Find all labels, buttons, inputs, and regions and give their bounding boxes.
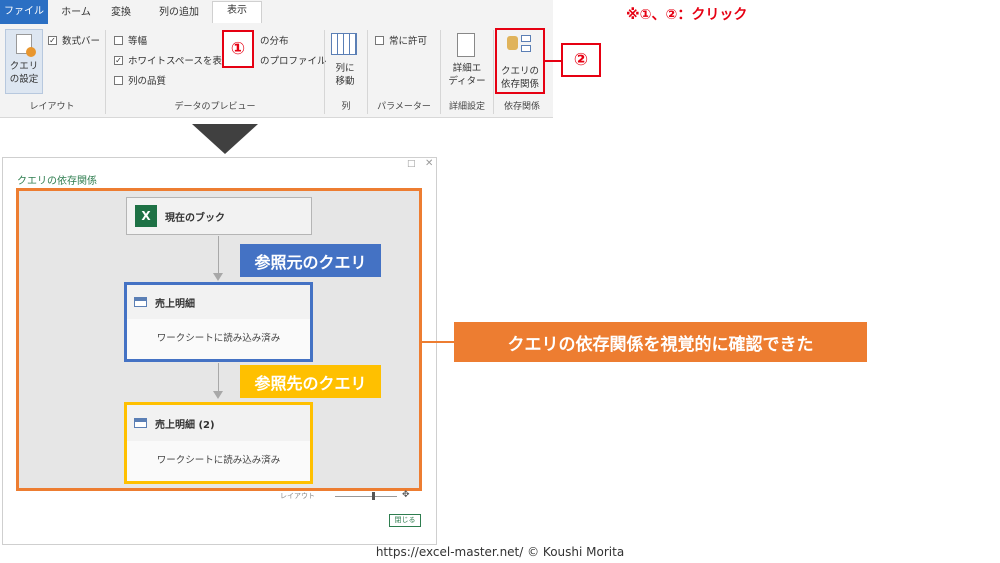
monospace-checkbox[interactable]: 等幅: [114, 33, 147, 47]
query-dependencies-label-2: 依存関係: [500, 79, 539, 90]
table-icon: [134, 418, 147, 428]
zoom-slider-thumb[interactable]: [372, 492, 375, 500]
always-allow-label: 常に許可: [389, 36, 428, 47]
down-arrow-icon: [192, 124, 258, 154]
query-node-status: ワークシートに読み込み済み: [127, 441, 310, 481]
close-icon[interactable]: ✕: [425, 158, 433, 169]
step-one-badge: ①: [222, 30, 254, 68]
query-node[interactable]: 売上明細 (2) ワークシートに読み込み済み: [124, 402, 313, 484]
close-button[interactable]: 閉じる: [389, 514, 421, 527]
zoom-slider[interactable]: [335, 496, 397, 497]
query-node-name: 売上明細 (2): [155, 419, 215, 431]
column-distribution-checkbox[interactable]: の分布: [260, 33, 289, 47]
result-callout: クエリの依存関係を視覚的に確認できた: [454, 322, 867, 362]
advanced-editor-icon: [457, 33, 475, 57]
go-to-column-label-2: 移動: [335, 76, 355, 87]
monospace-label: 等幅: [128, 36, 148, 47]
excel-icon: X: [135, 205, 157, 227]
connector-line: [218, 236, 219, 276]
go-to-column-label-1: 列に: [335, 63, 355, 74]
column-distribution-label: の分布: [260, 36, 289, 47]
query-settings-icon: [16, 34, 36, 57]
source-query-callout: 参照元のクエリ: [240, 244, 381, 277]
connector-arrow-icon: [213, 391, 223, 399]
source-node-label: 現在のブック: [165, 212, 225, 224]
checkbox-checked-icon: ✓: [114, 55, 123, 65]
query-node-name: 売上明細: [155, 298, 195, 310]
connector-arrow-icon: [213, 273, 223, 281]
dialog-title: クエリの依存関係: [17, 176, 97, 187]
column-profile-checkbox[interactable]: のプロファイル: [260, 53, 327, 67]
advanced-editor-button[interactable]: 詳細エ ディター: [446, 62, 488, 88]
instruction-note: ※①、②：クリック: [626, 7, 748, 23]
tab-transform[interactable]: 変換: [104, 3, 138, 23]
group-label-parameters: パラメーター: [377, 102, 431, 112]
ribbon-tab-bar: ファイル ホーム 変換 列の追加 表示: [0, 0, 553, 24]
layout-label: レイアウト: [280, 492, 315, 500]
badge-connector: [545, 60, 561, 62]
query-node[interactable]: 売上明細 ワークシートに読み込み済み: [124, 282, 313, 362]
group-label-columns: 列: [341, 102, 351, 112]
advanced-editor-label-2: ディター: [448, 76, 486, 87]
checkbox-unchecked-icon: [114, 35, 123, 45]
checkbox-unchecked-icon: [114, 75, 123, 85]
go-to-column-icon: [331, 33, 357, 55]
query-dependencies-label-1: クエリの: [500, 66, 539, 77]
tab-view[interactable]: 表示: [212, 1, 262, 23]
column-profile-label: のプロファイル: [260, 56, 327, 67]
fit-view-icon[interactable]: ✥: [402, 490, 410, 500]
query-dependencies-icon: [507, 36, 518, 50]
group-label-data-preview: データのプレビュー: [174, 102, 256, 112]
result-connector: [422, 341, 454, 343]
copyright-footer: https://excel-master.net/ © Koushi Morit…: [375, 545, 625, 559]
formula-bar-label: 数式バー: [62, 36, 101, 47]
show-whitespace-checkbox[interactable]: ✓ ホワイトスペースを表示: [114, 53, 231, 67]
group-label-advanced: 詳細設定: [448, 102, 485, 112]
tab-add-column[interactable]: 列の追加: [148, 3, 210, 23]
checkbox-checked-icon: ✓: [48, 35, 57, 45]
show-whitespace-label: ホワイトスペースを表示: [128, 56, 232, 67]
source-node[interactable]: X 現在のブック: [126, 197, 312, 235]
connector-line: [218, 363, 219, 393]
go-to-column-button[interactable]: 列に 移動: [328, 62, 362, 88]
group-label-layout: レイアウト: [29, 102, 75, 112]
query-node-status: ワークシートに読み込み済み: [127, 319, 310, 359]
column-quality-label: 列の品質: [128, 76, 167, 87]
query-dependencies-button[interactable]: クエリの 依存関係: [495, 28, 545, 94]
maximize-icon[interactable]: □: [407, 159, 416, 169]
query-settings-label-1: クエリ: [9, 61, 39, 72]
query-settings-button[interactable]: クエリ の設定: [5, 29, 43, 94]
column-quality-checkbox[interactable]: 列の品質: [114, 73, 166, 87]
group-label-dependencies: 依存関係: [503, 102, 540, 112]
checkbox-unchecked-icon: [375, 35, 384, 45]
step-two-badge: ②: [561, 43, 601, 77]
formula-bar-checkbox[interactable]: ✓ 数式バー: [48, 33, 100, 47]
advanced-editor-label-1: 詳細エ: [452, 63, 482, 74]
always-allow-checkbox[interactable]: 常に許可: [375, 33, 427, 47]
target-query-callout: 参照先のクエリ: [240, 365, 381, 398]
tab-file[interactable]: ファイル: [0, 0, 48, 24]
table-icon: [134, 297, 147, 307]
tab-home[interactable]: ホーム: [57, 3, 95, 23]
query-settings-label-2: の設定: [9, 74, 39, 85]
